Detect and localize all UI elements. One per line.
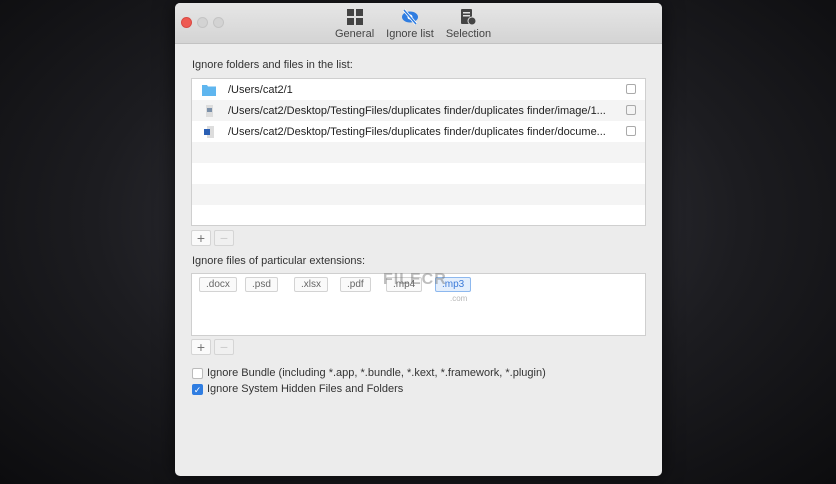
item-path: /Users/cat2/Desktop/TestingFiles/duplica…: [228, 125, 606, 138]
folders-label: Ignore folders and files in the list:: [192, 59, 353, 71]
tab-ignore-list[interactable]: Ignore list: [386, 8, 434, 40]
open-external-icon[interactable]: [626, 126, 636, 136]
watermark: FILECR: [383, 271, 447, 288]
list-item[interactable]: /Users/cat2/Desktop/TestingFiles/duplica…: [192, 121, 645, 142]
extension-chip[interactable]: .pdf: [340, 277, 371, 292]
extensions-label: Ignore files of particular extensions:: [192, 255, 366, 267]
checkbox-checked[interactable]: ✓: [192, 383, 203, 395]
checkbox[interactable]: [192, 367, 203, 379]
open-external-icon[interactable]: [626, 105, 636, 115]
checkbox-label: Ignore Bundle (including *.app, *.bundle…: [207, 367, 546, 379]
add-extension-button[interactable]: +: [191, 339, 211, 355]
list-item[interactable]: /Users/cat2/Desktop/TestingFiles/duplica…: [192, 100, 645, 121]
remove-extension-button[interactable]: −: [214, 339, 234, 355]
checklist-icon: [461, 9, 477, 26]
grid-icon: [346, 9, 363, 25]
add-folder-button[interactable]: +: [191, 230, 211, 246]
word-file-icon: [204, 125, 214, 138]
watermark-sub: .com: [450, 294, 468, 303]
extension-chip[interactable]: .xlsx: [294, 277, 328, 292]
tab-selection[interactable]: Selection: [446, 8, 491, 40]
empty-row: [192, 142, 645, 163]
checkbox-label: Ignore System Hidden Files and Folders: [207, 383, 404, 395]
tab-label: Ignore list: [386, 28, 434, 40]
tab-label: Selection: [445, 28, 492, 40]
title-bar: General Ignore list Selection: [175, 3, 662, 44]
extension-chip[interactable]: .psd: [245, 277, 278, 292]
image-file-icon: [206, 104, 213, 117]
minimize-button[interactable]: [197, 17, 208, 28]
tab-label: General: [335, 28, 375, 40]
empty-row: [192, 163, 645, 184]
remove-folder-button[interactable]: −: [214, 230, 234, 246]
tab-general[interactable]: General: [335, 8, 374, 40]
extension-chip[interactable]: .docx: [199, 277, 237, 292]
ignore-hidden-checkbox[interactable]: ✓ Ignore System Hidden Files and Folders: [192, 383, 403, 395]
eye-slash-icon: [401, 9, 418, 25]
close-button[interactable]: [181, 17, 192, 28]
ignore-bundle-checkbox[interactable]: Ignore Bundle (including *.app, *.bundle…: [192, 367, 546, 379]
empty-row: [192, 205, 645, 226]
preferences-window: General Ignore list Selection Ignore fol…: [175, 3, 662, 476]
ignored-folders-list[interactable]: /Users/cat2/1 /Users/cat2/Desktop/Testin…: [191, 78, 646, 226]
list-item[interactable]: /Users/cat2/1: [192, 79, 645, 100]
folder-icon: [202, 84, 216, 96]
zoom-button[interactable]: [213, 17, 224, 28]
open-external-icon[interactable]: [626, 84, 636, 94]
empty-row: [192, 184, 645, 205]
item-path: /Users/cat2/1: [228, 83, 293, 96]
item-path: /Users/cat2/Desktop/TestingFiles/duplica…: [228, 104, 606, 117]
